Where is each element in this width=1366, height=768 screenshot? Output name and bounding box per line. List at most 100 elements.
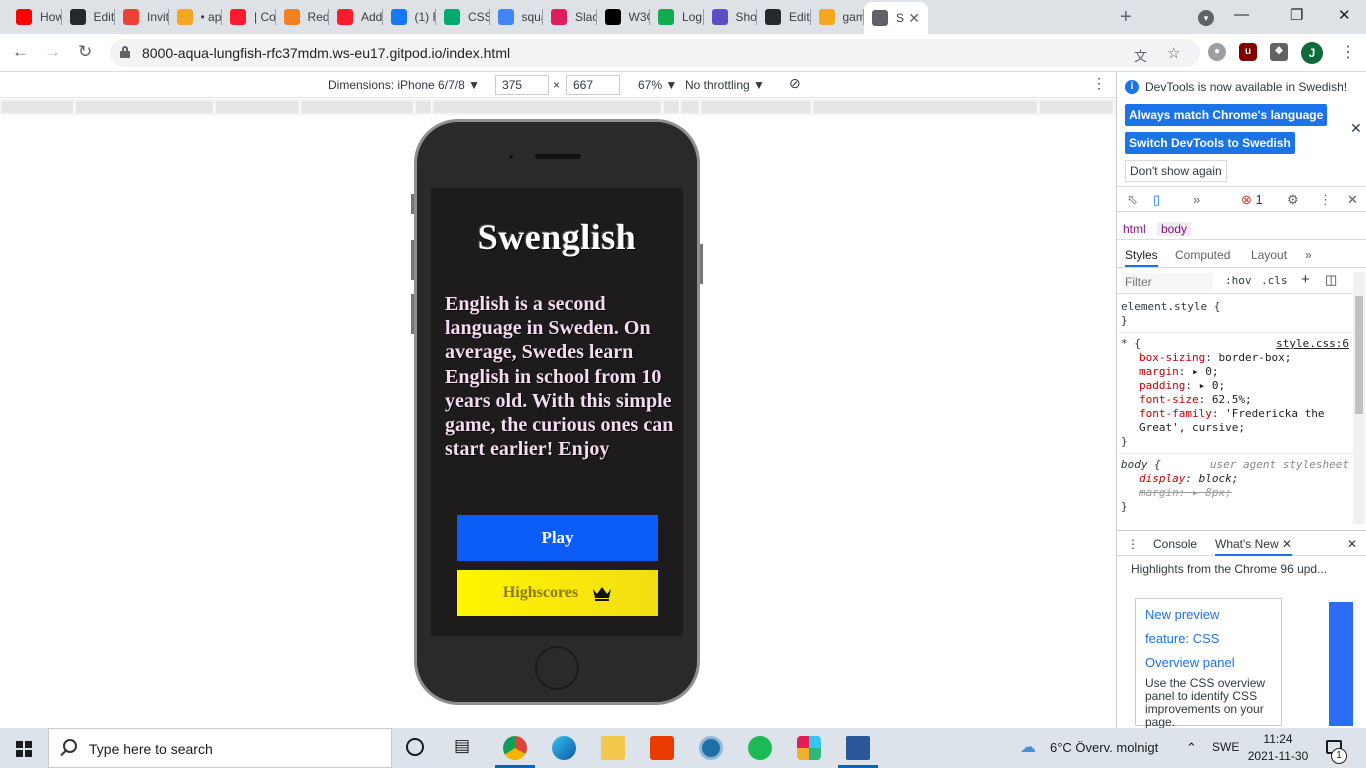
browser-tab[interactable]: W3C [597, 4, 650, 30]
tab-title: • ap [200, 10, 222, 24]
window-close-icon[interactable]: ✕ [1338, 6, 1351, 24]
browser-tab[interactable]: • ap [169, 4, 222, 30]
home-button[interactable] [535, 646, 579, 690]
tab-console[interactable]: Console [1153, 537, 1197, 551]
slack-icon[interactable] [797, 736, 821, 760]
browser-menu-icon[interactable]: ⋮ [1340, 42, 1356, 62]
cortana-icon[interactable] [406, 738, 424, 756]
restore-icon[interactable]: ❐ [1290, 6, 1303, 24]
settings-gear-icon[interactable]: ⚙ [1287, 192, 1299, 208]
browser-tab[interactable]: | Coc [222, 4, 276, 30]
width-input[interactable]: 375 [495, 75, 549, 95]
rotate-icon[interactable]: ⊘ [789, 75, 801, 92]
forward-icon[interactable]: → [44, 42, 61, 62]
taskbar-search[interactable]: Type here to search [48, 728, 392, 768]
universal-rule[interactable]: * { style.css:6 box-sizing: border-box; … [1117, 333, 1353, 454]
tab-close-icon[interactable]: ✕ [908, 10, 920, 27]
new-rule-icon[interactable]: + [1301, 271, 1310, 288]
info-icon: i [1125, 80, 1139, 94]
cls-toggle[interactable]: .cls [1261, 274, 1288, 287]
body-ua-rule[interactable]: body { user agent stylesheet display: bl… [1117, 454, 1353, 516]
card-link[interactable]: New preview [1145, 603, 1272, 627]
breadcrumb-html[interactable]: html [1123, 222, 1146, 236]
edge-icon[interactable] [552, 736, 576, 760]
card-link[interactable]: Overview panel [1145, 651, 1272, 675]
error-icon[interactable]: ⊗ 1 [1241, 192, 1263, 208]
more-panels-icon[interactable]: » [1193, 192, 1200, 207]
breadcrumb-body[interactable]: body [1157, 222, 1192, 236]
tab-search-icon[interactable]: ▾ [1198, 10, 1214, 26]
browser-tab[interactable]: Sho [704, 4, 757, 30]
drawer-menu-icon[interactable]: ⋮ [1127, 537, 1139, 551]
bookmark-star-icon[interactable]: ☆ [1167, 44, 1180, 62]
ublock-icon[interactable]: u [1239, 43, 1257, 61]
browser-tab[interactable]: Log [650, 4, 704, 30]
more-tabs-icon[interactable]: » [1305, 248, 1312, 262]
zoom-select[interactable]: 67% ▼ [638, 78, 677, 92]
browser-tab[interactable]: Editi [757, 4, 811, 30]
clock[interactable]: 11:24 2021-11-30 [1246, 731, 1310, 765]
windows-start-icon[interactable] [16, 741, 32, 757]
spotify-icon[interactable] [748, 736, 772, 760]
word-icon[interactable] [846, 736, 870, 760]
throttling-select[interactable]: No throttling ▼ [685, 78, 765, 92]
infobar-close-icon[interactable]: ✕ [1350, 120, 1362, 137]
browser-tab[interactable]: Red [276, 4, 329, 30]
devtools-menu-icon[interactable]: ⋮ [1319, 192, 1332, 208]
address-bar[interactable]: 8000-aqua-lungfish-rfc37mdm.ws-eu17.gitp… [110, 39, 1200, 67]
height-input[interactable]: 667 [566, 75, 620, 95]
hov-toggle[interactable]: :hov [1225, 274, 1252, 287]
dont-show-again-button[interactable]: Don't show again [1125, 160, 1227, 182]
browser-tab[interactable]: S ✕ [864, 2, 928, 34]
rule-source-link[interactable]: style.css:6 [1276, 337, 1349, 351]
dimensions-select[interactable]: Dimensions: iPhone 6/7/8 ▼ [328, 78, 480, 92]
minimize-icon[interactable]: — [1234, 6, 1249, 23]
new-tab-button[interactable]: + [1120, 6, 1132, 29]
highscores-button[interactable]: Highscores [457, 570, 658, 616]
weather-text[interactable]: 6°C Överv. molnigt [1050, 740, 1158, 755]
tab-layout[interactable]: Layout [1251, 248, 1287, 262]
tab-computed[interactable]: Computed [1175, 248, 1230, 262]
browser-tab[interactable]: Addi [329, 4, 383, 30]
app-icon[interactable] [699, 736, 723, 760]
match-language-button[interactable]: Always match Chrome's language [1125, 104, 1328, 126]
browser-tab[interactable]: How [8, 4, 62, 30]
drawer-close-icon[interactable]: ✕ [1347, 537, 1357, 551]
translate-icon[interactable]: 文 [1134, 46, 1147, 65]
office-icon[interactable] [650, 736, 674, 760]
reload-icon[interactable]: ↻ [78, 42, 92, 62]
inspect-icon[interactable]: ⬁ [1127, 192, 1138, 208]
browser-tab[interactable]: gam [811, 4, 864, 30]
device-toggle-icon[interactable]: ▯ [1153, 192, 1160, 208]
task-view-icon[interactable]: ▤ [454, 736, 478, 760]
devtools-close-icon[interactable]: ✕ [1347, 192, 1358, 208]
profile-avatar[interactable]: J [1301, 42, 1323, 64]
device-menu-icon[interactable]: ⋮ [1092, 75, 1106, 92]
tab-styles[interactable]: Styles [1125, 248, 1158, 267]
weather-icon[interactable]: ☁ [1020, 737, 1036, 757]
switch-swedish-button[interactable]: Switch DevTools to Swedish [1125, 132, 1295, 154]
iphone-frame: Swenglish English is a second language i… [411, 119, 703, 705]
browser-tab[interactable]: Slacl [543, 4, 597, 30]
browser-tab[interactable]: Editi [62, 4, 115, 30]
language-indicator[interactable]: SWE [1212, 740, 1239, 754]
puzzle-extensions-icon[interactable]: ❖ [1270, 43, 1288, 61]
chrome-icon[interactable] [503, 736, 527, 760]
browser-tab[interactable]: CSS [436, 4, 490, 30]
sidebar-toggle-icon[interactable]: ◫ [1325, 272, 1337, 288]
file-explorer-icon[interactable] [601, 736, 625, 760]
tray-chevron-icon[interactable]: ⌃ [1186, 740, 1197, 756]
whats-new-card[interactable]: New preview feature: CSS Overview panel … [1135, 598, 1282, 729]
extension-icon[interactable]: ● [1208, 43, 1226, 61]
styles-filter-input[interactable] [1121, 273, 1213, 291]
card-link[interactable]: feature: CSS [1145, 627, 1272, 651]
tab-whats-new[interactable]: What's New ✕ [1215, 537, 1293, 556]
element-style-rule[interactable]: element.style { } [1117, 296, 1353, 333]
play-button[interactable]: Play [457, 515, 658, 561]
styles-scrollbar[interactable] [1353, 272, 1365, 524]
media-query-bar[interactable] [0, 99, 1116, 115]
browser-tab[interactable]: (1) R [383, 4, 436, 30]
browser-tab[interactable]: Invit [115, 4, 169, 30]
browser-tab[interactable]: squa [490, 4, 543, 30]
back-icon[interactable]: ← [12, 42, 29, 62]
